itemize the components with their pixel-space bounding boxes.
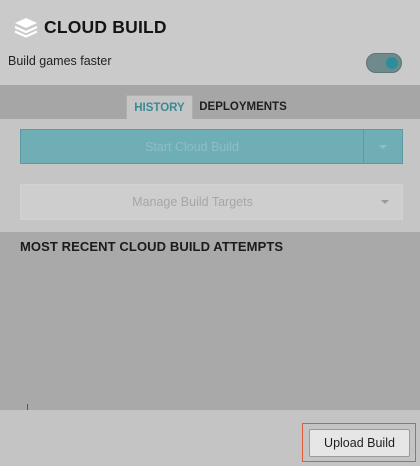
- manage-build-targets-dropdown[interactable]: Manage Build Targets: [20, 184, 403, 220]
- cloud-build-logo-icon: [14, 18, 38, 38]
- cloud-build-toggle[interactable]: [366, 53, 402, 73]
- upload-build-button[interactable]: Upload Build: [309, 429, 410, 457]
- section-title: MOST RECENT CLOUD BUILD ATTEMPTS: [20, 239, 284, 254]
- app-header: CLOUD BUILD Build games faster: [0, 0, 420, 85]
- chevron-down-icon: [379, 144, 387, 149]
- toggle-knob: [386, 57, 398, 69]
- build-history-list: [0, 232, 420, 410]
- manage-build-targets-label: Manage Build Targets: [132, 195, 253, 209]
- tab-deployments[interactable]: DEPLOYMENTS: [196, 95, 290, 119]
- page-title: CLOUD BUILD: [44, 17, 167, 37]
- page-subtitle: Build games faster: [8, 54, 112, 68]
- start-cloud-build-button[interactable]: Start Cloud Build: [20, 129, 363, 164]
- start-build-options-button[interactable]: [363, 129, 403, 164]
- chevron-down-icon: [381, 200, 389, 204]
- tab-history[interactable]: HISTORY: [126, 95, 193, 119]
